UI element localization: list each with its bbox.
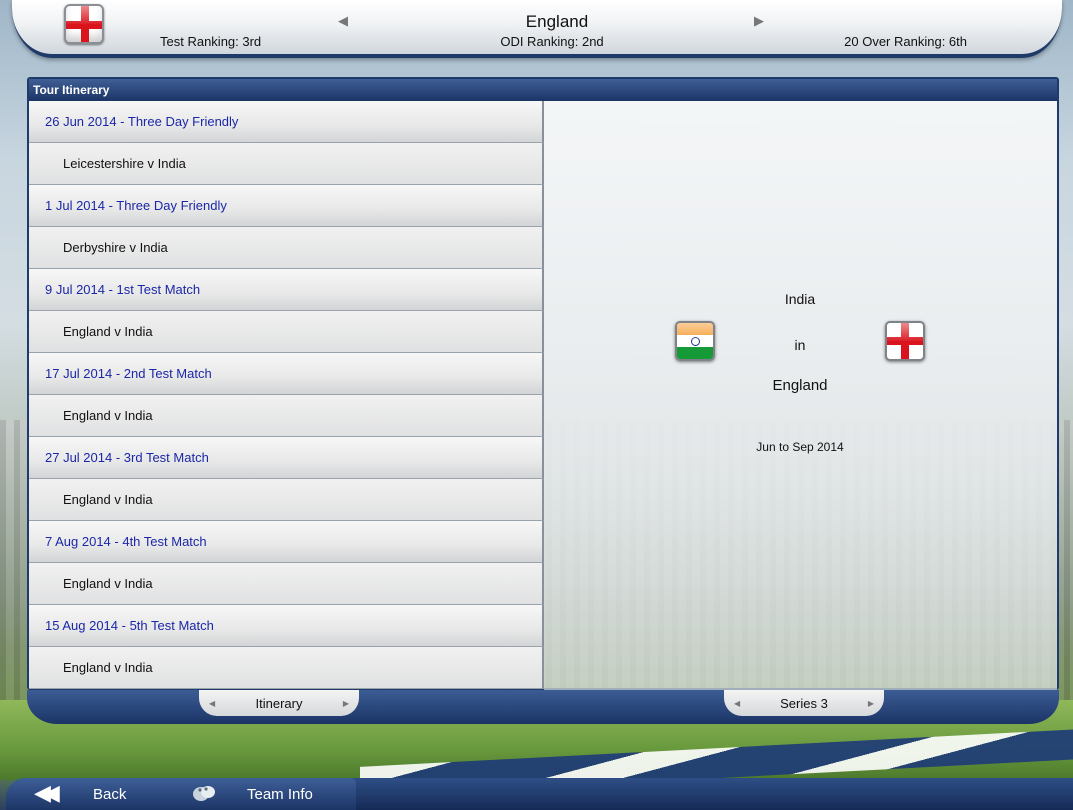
list-item-label: 27 Jul 2014 - 3rd Test Match [45, 450, 209, 465]
list-item-label: England v India [63, 408, 153, 423]
england-flag-icon[interactable] [64, 4, 104, 44]
list-item-date[interactable]: 26 Jun 2014 - Three Day Friendly [29, 101, 544, 143]
tab-series[interactable]: ◀ Series 3 ▶ [724, 690, 884, 716]
team-header-bar: ◀ England ▶ Test Ranking: 3rd ODI Rankin… [12, 0, 1062, 58]
list-item-match[interactable]: England v India [29, 479, 544, 521]
list-item-date[interactable]: 1 Jul 2014 - Three Day Friendly [29, 185, 544, 227]
list-item-label: England v India [63, 492, 153, 507]
back-arrow-icon[interactable]: ◀◀ [34, 781, 60, 806]
tour-itinerary-panel: Tour Itinerary 26 Jun 2014 - Three Day F… [27, 77, 1059, 690]
t20-ranking: 20 Over Ranking: 6th [844, 34, 967, 49]
list-item-label: England v India [63, 660, 153, 675]
list-item-match[interactable]: Leicestershire v India [29, 143, 544, 185]
tab-label: Series 3 [780, 695, 828, 711]
tab-next-arrow-icon[interactable]: ▶ [343, 699, 349, 708]
england-flag-icon [885, 321, 925, 361]
list-item-label: 17 Jul 2014 - 2nd Test Match [45, 366, 212, 381]
next-team-arrow-icon[interactable]: ▶ [754, 14, 764, 29]
list-item-match[interactable]: England v India [29, 395, 544, 437]
list-item-match[interactable]: England v India [29, 311, 544, 353]
panel-tab-bar: ◀ Itinerary ▶ ◀ Series 3 ▶ [27, 690, 1059, 724]
itinerary-list[interactable]: 26 Jun 2014 - Three Day Friendly Leicest… [29, 101, 544, 690]
list-item-match[interactable]: England v India [29, 647, 544, 689]
list-item-label: 26 Jun 2014 - Three Day Friendly [45, 114, 239, 129]
series-next-arrow-icon[interactable]: ▶ [868, 699, 874, 708]
touring-team-name: India [784, 291, 816, 307]
odi-ranking: ODI Ranking: 2nd [500, 34, 604, 49]
list-item-label: 15 Aug 2014 - 5th Test Match [45, 618, 214, 633]
list-item-date[interactable]: 15 Aug 2014 - 5th Test Match [29, 605, 544, 647]
prev-team-arrow-icon[interactable]: ◀ [338, 14, 348, 29]
team-name-title: England [525, 12, 589, 31]
list-item-label: 1 Jul 2014 - Three Day Friendly [45, 198, 227, 213]
list-item-date[interactable]: 17 Jul 2014 - 2nd Test Match [29, 353, 544, 395]
back-button[interactable]: Back [93, 786, 126, 803]
host-team-name: England [772, 377, 828, 394]
list-item-label: England v India [63, 324, 153, 339]
list-item-label: 7 Aug 2014 - 4th Test Match [45, 534, 207, 549]
list-item-label: Derbyshire v India [63, 240, 168, 255]
list-item-date[interactable]: 27 Jul 2014 - 3rd Test Match [29, 437, 544, 479]
list-item-match[interactable]: England v India [29, 563, 544, 605]
team-info-button[interactable]: Team Info [247, 786, 313, 803]
tab-prev-arrow-icon[interactable]: ◀ [209, 699, 215, 708]
series-prev-arrow-icon[interactable]: ◀ [734, 699, 740, 708]
list-item-date[interactable]: 9 Jul 2014 - 1st Test Match [29, 269, 544, 311]
list-item-label: Leicestershire v India [63, 156, 186, 171]
tab-itinerary[interactable]: ◀ Itinerary ▶ [199, 690, 359, 716]
list-item-label: 9 Jul 2014 - 1st Test Match [45, 282, 201, 297]
series-detail-pane: India in England Jun to Sep 2014 [544, 101, 1057, 690]
series-dates: Jun to Sep 2014 [756, 440, 844, 454]
series-connector: in [794, 337, 806, 353]
test-ranking: Test Ranking: 3rd [160, 34, 262, 49]
list-item-label: England v India [63, 576, 153, 591]
team-info-icon[interactable] [192, 784, 216, 802]
list-item-match[interactable]: Derbyshire v India [29, 227, 544, 269]
panel-title: Tour Itinerary [29, 79, 1057, 101]
tab-label: Itinerary [255, 695, 303, 711]
list-item-date[interactable]: 7 Aug 2014 - 4th Test Match [29, 521, 544, 563]
